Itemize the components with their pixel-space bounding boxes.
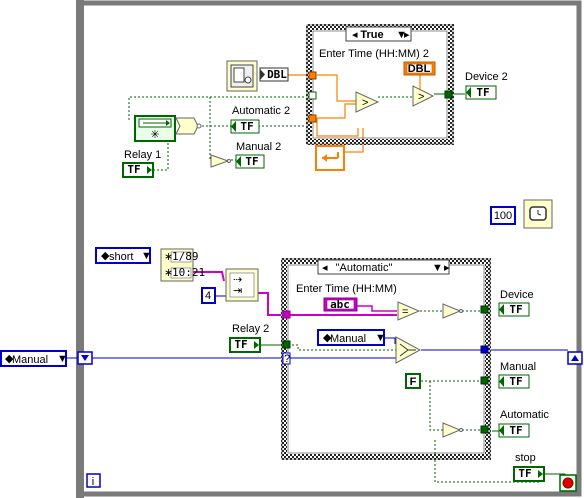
bottom-selector-dropdown-icon[interactable]: ▼ bbox=[432, 262, 443, 274]
time-fmt-line-2: 10:21 bbox=[172, 266, 205, 279]
device2-indicator[interactable]: TF bbox=[465, 85, 497, 100]
automatic2-tf: TF bbox=[240, 120, 253, 133]
device2-tf: TF bbox=[476, 86, 489, 99]
xor-invert-dot bbox=[196, 123, 202, 129]
bottom-tunnel-enum-out[interactable] bbox=[480, 345, 489, 354]
manual-tf: TF bbox=[509, 375, 522, 388]
bottom-case-selector[interactable]: ◂ ▸ "Automatic" ▼ bbox=[317, 259, 450, 275]
numeric-constant[interactable]: 4 bbox=[201, 287, 216, 304]
device2-label: Device 2 bbox=[465, 71, 508, 83]
automatic-label: Automatic bbox=[500, 409, 549, 421]
automatic-indicator[interactable]: TF bbox=[498, 423, 530, 438]
not-node[interactable] bbox=[210, 154, 230, 168]
bottom-selector-next-icon[interactable]: ▸ bbox=[444, 262, 450, 274]
bottom-tunnel-automatic-out[interactable] bbox=[480, 425, 489, 434]
relay2-label: Relay 2 bbox=[232, 323, 269, 335]
false-const-text: F bbox=[410, 376, 417, 388]
stop-tf: TF bbox=[518, 467, 531, 480]
bottom-tunnel-bool-in[interactable] bbox=[282, 340, 291, 349]
selector-prev-icon[interactable]: ◂ bbox=[352, 29, 358, 41]
case-selector-terminal-glyph: ? bbox=[284, 353, 290, 365]
device-label: Device bbox=[500, 289, 534, 301]
wait-ms-constant[interactable]: 100 bbox=[490, 206, 516, 225]
iteration-terminal-text: i bbox=[92, 476, 94, 488]
greater-than-symbol: > bbox=[362, 97, 368, 109]
left-shift-register[interactable] bbox=[77, 351, 93, 365]
manual-label: Manual bbox=[500, 361, 536, 373]
to-dbl-node[interactable]: DBL bbox=[259, 67, 289, 82]
format-enum-dropdown-icon[interactable]: ▼ bbox=[141, 250, 152, 262]
manual2-tf: TF bbox=[245, 155, 258, 168]
false-constant[interactable]: F bbox=[405, 373, 421, 389]
not-invert-dot bbox=[227, 159, 231, 163]
block-diagram: ◂ ▸ True ▼ Enter Time (HH:MM) 2 DBL > > … bbox=[0, 0, 583, 498]
automatic2-label: Automatic 2 bbox=[232, 105, 290, 117]
manual2-indicator[interactable]: TF bbox=[235, 154, 265, 169]
relay1-tf: TF bbox=[127, 163, 140, 176]
loop-condition-terminal[interactable] bbox=[559, 474, 577, 492]
manual-enum-dropdown-icon[interactable]: ▼ bbox=[375, 332, 386, 344]
top-tunnel-bool-out[interactable] bbox=[444, 90, 453, 99]
time-format-node[interactable]: ∗ ∗ 1/89 10:21 bbox=[160, 248, 205, 282]
top-case-structure[interactable] bbox=[306, 24, 454, 145]
top-case-selector-label: True bbox=[360, 29, 383, 41]
top-local-label: Enter Time (HH:MM) 2 bbox=[319, 48, 429, 60]
manual-enum-text: Manual bbox=[330, 333, 366, 345]
bottom-local-label: Enter Time (HH:MM) bbox=[296, 283, 397, 295]
select-node[interactable] bbox=[395, 336, 422, 364]
bottom-tunnel-manual-out[interactable] bbox=[480, 376, 489, 385]
format-enum-constant[interactable]: ◆ short ▼ bbox=[95, 247, 152, 264]
string-subset-glyph-2: ⇥ bbox=[233, 285, 242, 297]
bottom-case-selector-label: "Automatic" bbox=[336, 262, 393, 274]
svg-text:✳: ✳ bbox=[150, 129, 159, 141]
iteration-terminal[interactable]: i bbox=[86, 473, 101, 488]
get-date-time-node[interactable] bbox=[226, 60, 258, 92]
selector-dropdown-icon[interactable]: ▼ bbox=[396, 29, 407, 41]
numeric-const-text: 4 bbox=[205, 290, 211, 302]
abc-local-variable[interactable]: abc bbox=[323, 297, 358, 312]
relay2-tf: TF bbox=[234, 338, 247, 351]
device-tf: TF bbox=[509, 303, 522, 316]
manual2-label: Manual 2 bbox=[236, 141, 281, 153]
dbl-local-variable[interactable]: DBL bbox=[403, 61, 436, 76]
wait-ms-node[interactable] bbox=[523, 199, 553, 229]
stop-control[interactable]: TF bbox=[513, 466, 545, 482]
not2-invert-dot bbox=[459, 309, 463, 313]
relay1-label: Relay 1 bbox=[124, 149, 161, 161]
top-tunnel-dbl-in[interactable] bbox=[308, 71, 317, 80]
wait-ms-text: 100 bbox=[494, 210, 512, 222]
time-fmt-line-1: 1/89 bbox=[172, 250, 199, 263]
automatic-tf: TF bbox=[509, 424, 522, 437]
abc-text: abc bbox=[330, 298, 350, 311]
bottom-selector-prev-icon[interactable]: ◂ bbox=[322, 262, 328, 274]
feedback-node[interactable] bbox=[315, 145, 345, 171]
boolean-control-toggle[interactable]: ✳ bbox=[134, 115, 176, 142]
bottom-tunnel-string-in[interactable] bbox=[282, 310, 291, 319]
compare-symbol-2: > bbox=[418, 91, 424, 103]
stop-label: stop bbox=[515, 452, 536, 464]
manual-enum-control-text: Manual bbox=[12, 354, 48, 366]
to-dbl-text: DBL bbox=[267, 68, 287, 81]
dbl-local-text: DBL bbox=[408, 63, 431, 75]
equal-symbol: = bbox=[402, 306, 408, 318]
top-tunnel-bool-in[interactable] bbox=[308, 91, 317, 100]
top-tunnel-dbl-shift[interactable] bbox=[308, 114, 317, 123]
manual-enum-constant[interactable]: ◆ Manual ▼ bbox=[317, 329, 386, 346]
automatic2-indicator[interactable]: TF bbox=[230, 119, 260, 134]
right-shift-register[interactable] bbox=[567, 351, 583, 365]
bottom-tunnel-device-out[interactable] bbox=[480, 305, 489, 314]
relay2-control[interactable]: TF bbox=[229, 337, 261, 353]
format-enum-text: short bbox=[109, 251, 133, 263]
top-case-selector[interactable]: ◂ ▸ True ▼ bbox=[345, 26, 412, 42]
not3-invert-dot bbox=[459, 428, 463, 432]
string-subset-node[interactable]: ⇢ ⇥ bbox=[225, 268, 259, 302]
not-node-2[interactable] bbox=[442, 303, 462, 319]
not-node-3[interactable] bbox=[442, 422, 462, 438]
manual-indicator[interactable]: TF bbox=[498, 374, 530, 389]
manual-enum-control[interactable]: ◆ Manual ▼ bbox=[0, 350, 68, 367]
xor-node[interactable] bbox=[175, 117, 199, 135]
device-indicator[interactable]: TF bbox=[498, 302, 530, 317]
loop-enum-dropdown-icon[interactable]: ▼ bbox=[57, 353, 68, 365]
relay1-control[interactable]: TF bbox=[122, 162, 154, 178]
